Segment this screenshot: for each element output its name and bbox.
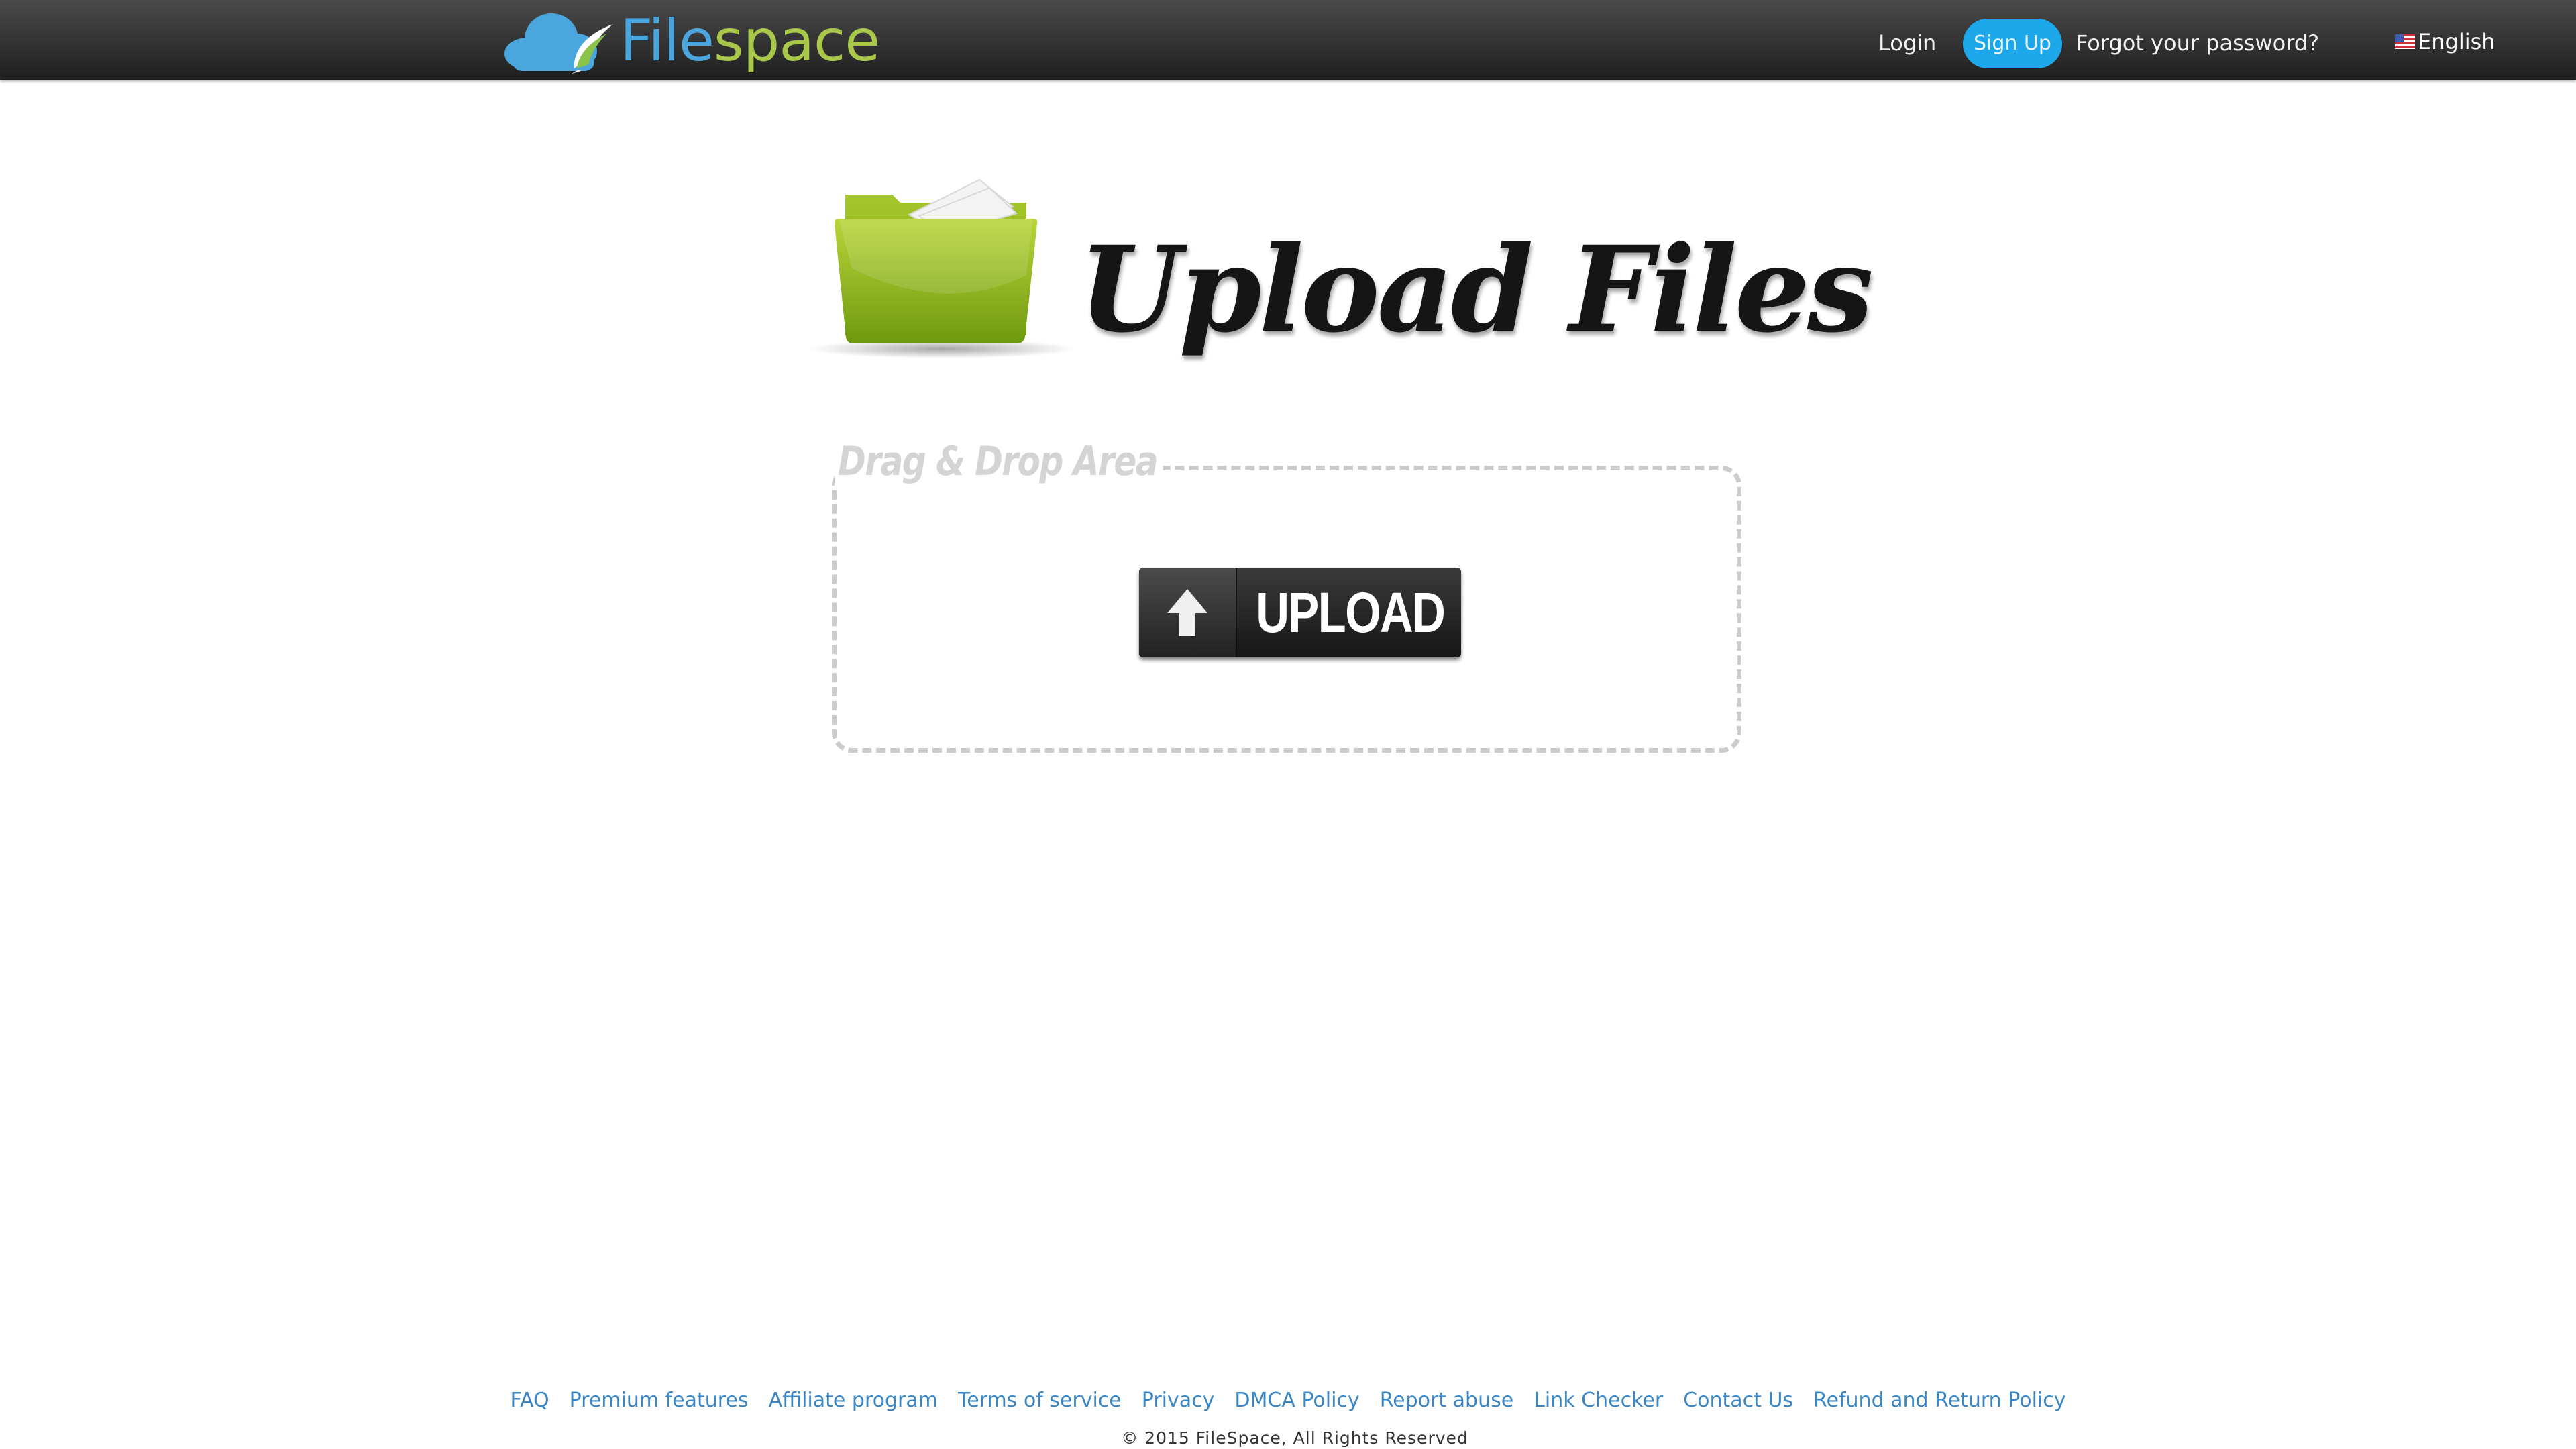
footer-link-contact-us[interactable]: Contact Us xyxy=(1683,1387,1793,1414)
upload-hero: Upload Files xyxy=(812,168,1874,396)
footer-link-faq[interactable]: FAQ xyxy=(510,1387,549,1414)
upload-icon-box xyxy=(1139,568,1237,657)
upload-arrow-icon xyxy=(1167,589,1208,636)
footer-link-affiliate-program[interactable]: Affiliate program xyxy=(769,1387,938,1414)
footer-link-terms-of-service[interactable]: Terms of service xyxy=(958,1387,1122,1414)
cloud-logo-icon xyxy=(504,13,613,74)
upload-button-label: UPLOAD xyxy=(1256,581,1446,644)
filespace-logo[interactable]: Filespace xyxy=(499,4,881,76)
footer-link-premium-features[interactable]: Premium features xyxy=(570,1387,749,1414)
login-link[interactable]: Login xyxy=(1878,30,1936,56)
logo-wordmark-file: File xyxy=(620,7,714,74)
copyright-text: © 2015 FileSpace, All Rights Reserved xyxy=(1121,1428,1468,1448)
footer-link-privacy[interactable]: Privacy xyxy=(1142,1387,1215,1414)
logo-wordmark: Filespace xyxy=(620,5,880,76)
footer-links: FAQ Premium features Affiliate program T… xyxy=(0,1387,2576,1414)
signup-button[interactable]: Sign Up xyxy=(1963,19,2062,68)
us-flag-icon xyxy=(2395,34,2415,49)
page-title: Upload Files xyxy=(1079,220,1874,359)
upload-button[interactable]: UPLOAD xyxy=(1139,568,1461,657)
forgot-password-link[interactable]: Forgot your password? xyxy=(2076,30,2319,56)
logo-wordmark-space: space xyxy=(713,7,880,74)
footer-link-link-checker[interactable]: Link Checker xyxy=(1534,1387,1663,1414)
footer-link-report-abuse[interactable]: Report abuse xyxy=(1380,1387,1514,1414)
top-navigation-bar: Filespace Login Sign Up Forgot your pass… xyxy=(0,0,2576,80)
language-label: English xyxy=(2418,29,2496,54)
language-selector[interactable]: English xyxy=(2395,28,2496,55)
footer-link-dmca-policy[interactable]: DMCA Policy xyxy=(1234,1387,1359,1414)
footer-link-refund-policy[interactable]: Refund and Return Policy xyxy=(1813,1387,2065,1414)
drag-drop-label: Drag & Drop Area xyxy=(835,433,1163,490)
green-folder-icon xyxy=(812,178,1077,358)
